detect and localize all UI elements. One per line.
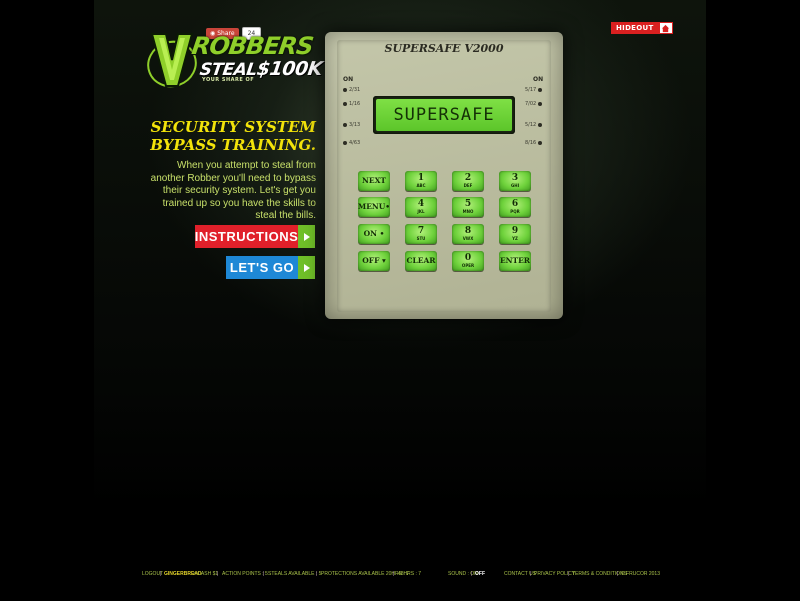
headline-line-2: BYPASS TRAINING. (150, 136, 316, 154)
key-4[interactable]: 4 JKL (405, 197, 437, 217)
steals-stat: STEALS AVAILABLE : 5 (268, 571, 322, 577)
supersafe-keypad: SUPERSAFE V2000 ON ON 2/31 1/16 3/13 4/6… (325, 32, 563, 319)
sound-toggle-off[interactable]: OFF (475, 571, 485, 577)
instructions-button[interactable]: INSTRUCTIONS (195, 225, 315, 248)
logo-wordmark: ROBBERS (190, 32, 315, 60)
key-1[interactable]: 1 ABC (405, 171, 437, 191)
status-slot: 1/16 (343, 101, 360, 107)
lets-go-button[interactable]: LET'S GO (226, 256, 315, 279)
device-title: SUPERSAFE V2000 (384, 42, 504, 55)
status-slot: 8/16 (525, 140, 543, 146)
sound-toggle-on[interactable]: SOUND : ON (448, 571, 478, 577)
right-frame (706, 0, 800, 601)
key-clear[interactable]: CLEAR (405, 251, 437, 271)
key-0[interactable]: 0 OPER (452, 251, 484, 271)
status-slot: 4/63 (343, 140, 360, 146)
key-menu[interactable]: MENU• (358, 197, 390, 217)
terms-link[interactable]: TERMS & CONDITIONS (572, 571, 627, 577)
key-9[interactable]: 9 YZ (499, 224, 531, 244)
robbers-logo: ROBBERS STEAL$100K YOUR SHARE OF (146, 30, 324, 100)
status-slot: 5/17 (525, 87, 543, 93)
cash-stat: > CASH $1 (193, 571, 219, 577)
key-off[interactable]: OFF ▾ (358, 251, 390, 271)
on-label-right: ON (533, 76, 544, 83)
on-label-left: ON (343, 76, 354, 83)
left-frame (0, 0, 94, 601)
arrow-right-icon (298, 256, 315, 279)
instructions-label: INSTRUCTIONS (195, 225, 298, 248)
status-slot: 5/12 (525, 122, 543, 128)
game-stage: ◉ Share 24 HIDEOUT ROBBERS STEAL$100K YO… (0, 0, 800, 601)
key-on[interactable]: ON • (358, 224, 390, 244)
lcd-text: SUPERSAFE (376, 99, 512, 131)
arrow-right-icon (298, 225, 315, 248)
v-logo-icon (147, 33, 197, 88)
footer-bar: LOGOUT | GINGERBREAD > CASH $1 | ACTION … (142, 571, 660, 577)
logo-subtitle: YOUR SHARE OF (202, 77, 255, 83)
status-slot: 2/31 (343, 87, 360, 93)
status-slot: 3/13 (343, 122, 360, 128)
hours-stat: 48HRS : 7 (398, 571, 422, 577)
page-title: SECURITY SYSTEM BYPASS TRAINING. (150, 118, 316, 154)
key-next[interactable]: NEXT (358, 171, 390, 191)
key-enter[interactable]: ENTER (499, 251, 531, 271)
house-icon (658, 22, 673, 34)
key-2[interactable]: 2 DEF (452, 171, 484, 191)
key-5[interactable]: 5 MNO (452, 197, 484, 217)
copyright: © FRUCOR 2013 (621, 571, 660, 577)
status-slot: 7/02 (525, 101, 543, 107)
intro-text: When you attempt to steal from another R… (150, 160, 316, 221)
hideout-label: HIDEOUT (611, 22, 659, 34)
protections-stat: PROTECTIONS AVAILABLE 20HRS : 7 (321, 571, 409, 577)
key-8[interactable]: 8 VWX (452, 224, 484, 244)
lets-go-label: LET'S GO (226, 256, 298, 279)
hideout-button[interactable]: HIDEOUT (611, 22, 673, 34)
lcd-display: SUPERSAFE (373, 96, 515, 134)
key-7[interactable]: 7 STU (405, 224, 437, 244)
action-points-stat: ACTION POINTS : 5 (222, 571, 268, 577)
key-3[interactable]: 3 GHI (499, 171, 531, 191)
headline-line-1: SECURITY SYSTEM (150, 118, 316, 136)
key-6[interactable]: 6 PQR (499, 197, 531, 217)
